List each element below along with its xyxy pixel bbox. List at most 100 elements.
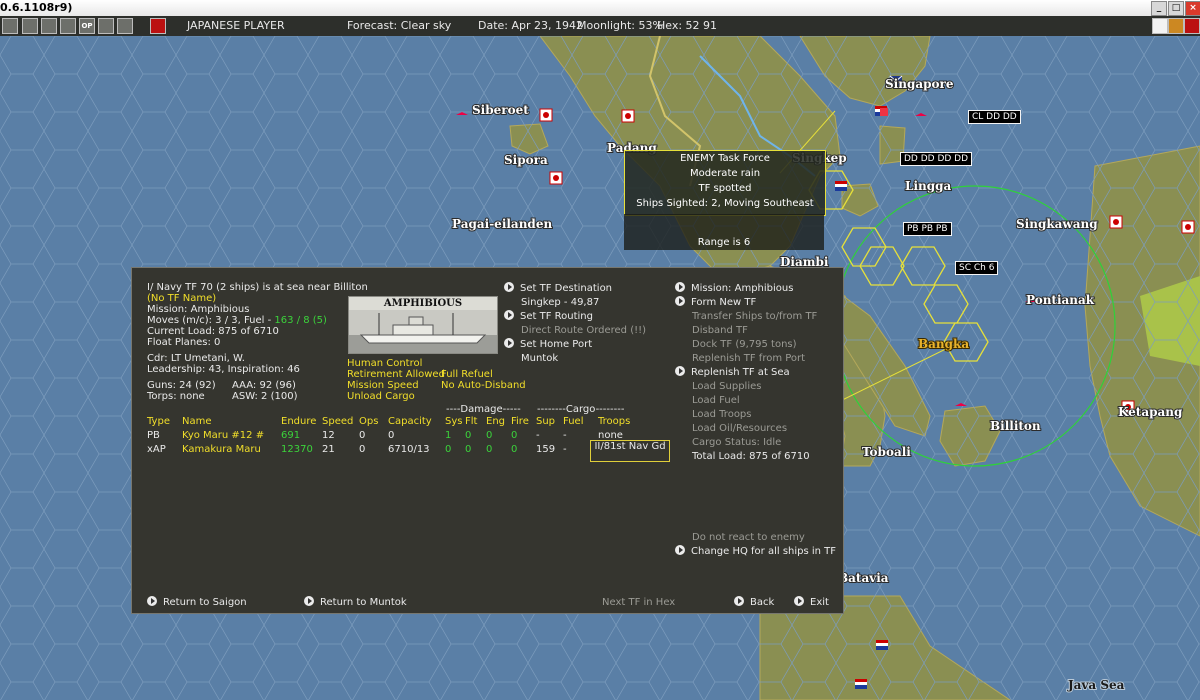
table-column-header: Eng — [486, 416, 506, 427]
tf-action-item[interactable]: Total Load: 875 of 6710 — [692, 450, 810, 463]
options-icon[interactable] — [1168, 18, 1184, 34]
exit-button[interactable]: Exit — [794, 596, 829, 609]
troops-box[interactable]: II/81st Nav Gd — [590, 440, 670, 462]
tf-action-label: Load Supplies — [692, 381, 762, 392]
back-button[interactable]: Back — [734, 596, 774, 609]
do-not-react-option[interactable]: Do not react to enemy — [692, 531, 805, 544]
map-label: Lingga — [905, 179, 952, 193]
moonlight: Moonlight: 53% — [577, 19, 663, 32]
tf-action-item[interactable]: Replenish TF from Port — [692, 352, 805, 365]
table-cell-eng: 0 — [486, 430, 493, 441]
tf-action-item[interactable]: Load Fuel — [692, 394, 740, 407]
tf-action-label: Load Oil/Resources — [692, 423, 788, 434]
tf-action-item[interactable]: Load Oil/Resources — [692, 422, 787, 435]
back-label: Back — [750, 597, 775, 608]
option-unload-cargo[interactable]: Unload Cargo — [347, 390, 415, 403]
tooltip-line: ENEMY Task Force — [680, 153, 770, 164]
close-icon[interactable]: × — [1185, 1, 1200, 16]
arrow-icon — [794, 596, 804, 606]
return-saigon-label: Return to Saigon — [163, 597, 247, 608]
table-cell-type: PB — [147, 430, 160, 441]
toolbar-map-icon[interactable] — [2, 18, 18, 34]
map-label: Pontianak — [1026, 293, 1095, 307]
window-title: 0.6.1108r9) — [0, 1, 73, 14]
range-box: Range is 6 — [624, 214, 824, 250]
set-home-port-label: Set Home Port — [520, 339, 593, 350]
map-label: Toboali — [862, 445, 911, 459]
troops-value: II/81st Nav Gd — [594, 441, 666, 452]
table-column-header: Flt — [465, 416, 478, 427]
table-cell-flt: 0 — [465, 444, 472, 455]
arrow-icon — [675, 282, 685, 292]
option-auto-disband[interactable]: No Auto-Disband — [441, 379, 526, 392]
task-force-label[interactable]: CL DD DD — [968, 110, 1021, 124]
map-label: Singkawang — [1016, 217, 1098, 231]
toolbar-report-icon[interactable] — [117, 18, 133, 34]
table-cell-name[interactable]: Kamakura Maru — [182, 443, 261, 456]
tf-action-item[interactable]: Disband TF — [692, 324, 748, 337]
tf-action-item[interactable]: Transfer Ships to/from TF — [692, 310, 817, 323]
table-column-header: Sys — [445, 416, 463, 427]
change-hq-button[interactable]: Change HQ for all ships in TF — [675, 545, 836, 558]
return-muntok-button[interactable]: Return to Muntok — [304, 596, 407, 609]
toolbar-ship-icon[interactable] — [41, 18, 57, 34]
maximize-icon[interactable]: □ — [1168, 1, 1184, 16]
arrow-icon — [304, 596, 314, 606]
set-home-port-button[interactable]: Set Home Port — [504, 338, 592, 351]
toolbar-air-icon[interactable] — [22, 18, 38, 34]
routing-value: Direct Route Ordered (!!) — [521, 325, 647, 336]
table-cell-sup: 159 — [536, 444, 556, 455]
tf-action-item[interactable]: Cargo Status: Idle — [692, 436, 781, 449]
task-force-label[interactable]: PB PB PB — [903, 222, 952, 236]
set-routing-label: Set TF Routing — [520, 311, 593, 322]
table-cell-name[interactable]: Kyo Maru #12 # — [182, 429, 264, 442]
arrow-icon — [504, 310, 514, 320]
tf-action-item[interactable]: Form New TF — [675, 296, 756, 309]
tf-leadership: Leadership: 43, Inspiration: 46 — [147, 364, 300, 375]
task-force-label[interactable]: SC Ch 6 — [955, 261, 999, 275]
tf-torps: Torps: none — [147, 391, 205, 402]
arrow-icon — [675, 296, 685, 306]
tf-action-item[interactable]: Load Troops — [692, 408, 752, 421]
table-cell-eng: 0 — [486, 444, 493, 455]
tf-action-label: Mission: Amphibious — [691, 283, 794, 294]
tf-action-label: Replenish TF at Sea — [691, 367, 790, 378]
table-column-header: Troops — [598, 416, 631, 427]
tf-action-label: Disband TF — [692, 325, 748, 336]
task-force-label[interactable]: DD DD DD DD — [900, 152, 973, 166]
tf-action-item[interactable]: Mission: Amphibious — [675, 282, 793, 295]
weather-forecast: Forecast: Clear sky — [347, 19, 452, 32]
arrow-icon — [734, 596, 744, 606]
arrow-icon — [504, 282, 514, 292]
next-tf-button[interactable]: Next TF in Hex — [602, 596, 675, 609]
end-turn-icon[interactable] — [150, 18, 166, 34]
table-column-header: Endure — [281, 416, 317, 427]
tf-action-item[interactable]: Load Supplies — [692, 380, 761, 393]
table-column-header: Fire — [511, 416, 529, 427]
change-hq-label: Change HQ for all ships in TF — [691, 546, 837, 557]
set-routing-button[interactable]: Set TF Routing — [504, 310, 593, 323]
help-icon[interactable] — [1152, 18, 1168, 34]
tf-action-label: Load Fuel — [692, 395, 740, 406]
player-side: JAPANESE PLAYER — [187, 19, 285, 32]
set-destination-button[interactable]: Set TF Destination — [504, 282, 612, 295]
table-column-header: Capacity — [388, 416, 432, 427]
toolbar-op-button[interactable]: OP — [79, 18, 95, 34]
range-text: Range is 6 — [697, 237, 751, 248]
tf-action-label: Total Load: 875 of 6710 — [692, 451, 810, 462]
tooltip-line: Moderate rain — [689, 168, 761, 179]
return-saigon-button[interactable]: Return to Saigon — [147, 596, 247, 609]
minimize-icon[interactable]: _ — [1151, 1, 1167, 16]
tf-action-item[interactable]: Dock TF (9,795 tons) — [692, 338, 797, 351]
map-label: Batavia — [838, 571, 889, 585]
tf-action-label: Dock TF (9,795 tons) — [692, 339, 797, 350]
table-cell-capacity: 0 — [388, 430, 395, 441]
tf-action-item[interactable]: Replenish TF at Sea — [675, 366, 790, 379]
map-label: Singapore — [885, 77, 954, 91]
toolbar-target-icon[interactable] — [60, 18, 76, 34]
quit-icon[interactable] — [1184, 18, 1200, 34]
arrow-icon — [504, 338, 514, 348]
table-cell-fuel: - — [563, 444, 567, 455]
table-cell-type: xAP — [147, 444, 166, 455]
toolbar-list-icon[interactable] — [98, 18, 114, 34]
